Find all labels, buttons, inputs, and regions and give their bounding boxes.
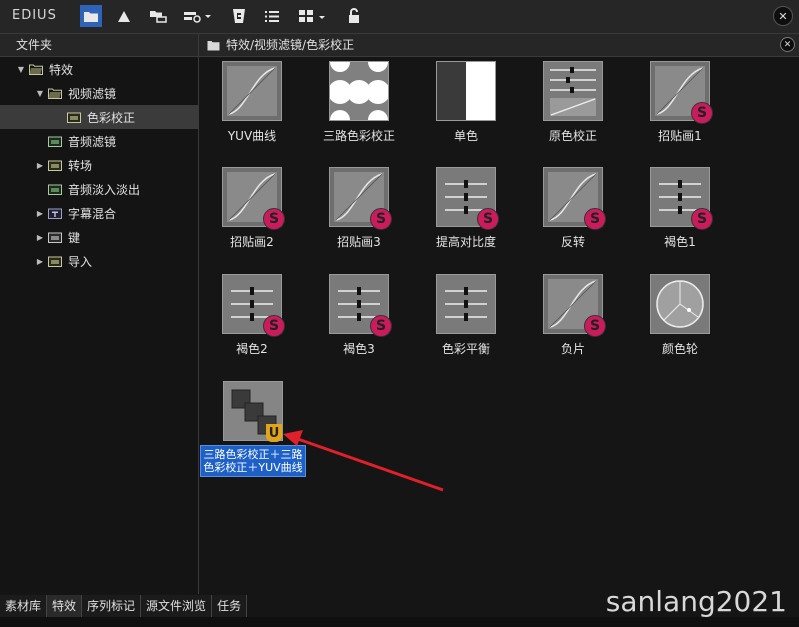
audio-folder-icon (48, 136, 62, 147)
tree-item-label: 转场 (68, 158, 93, 173)
folder-icon (48, 256, 62, 267)
tree-item-import[interactable]: ▶ 导入 (0, 249, 232, 273)
list-icon (265, 10, 279, 22)
add-effect-icon (184, 12, 211, 23)
upload-button[interactable] (114, 5, 134, 27)
tab-source-browser[interactable]: 源文件浏览 (141, 595, 213, 617)
tree-item-label: 音频淡入淡出 (68, 182, 141, 197)
status-bar (0, 617, 799, 627)
tab-tasks[interactable]: 任务 (212, 595, 248, 617)
close-icon: ✕ (778, 9, 788, 23)
effect-settings-button[interactable] (229, 5, 249, 27)
list-view-button[interactable] (262, 5, 282, 27)
tree-item-label: 键 (68, 230, 81, 245)
lock-button[interactable] (344, 5, 364, 27)
expand-arrow-icon[interactable]: ▼ (35, 89, 45, 98)
collapse-arrow-icon[interactable]: ▶ (35, 209, 45, 218)
tab-sequence-markers[interactable]: 序列标记 (82, 595, 142, 617)
unlock-icon (349, 8, 359, 23)
tree-item-label: 音频滤镜 (68, 134, 117, 149)
folder-panel-title: 文件夹 (0, 34, 198, 57)
tab-effects[interactable]: 特效 (47, 595, 83, 617)
expand-arrow-icon[interactable]: ▼ (16, 65, 26, 74)
tree-item-transitions[interactable]: ▶ 转场 (0, 153, 232, 177)
title-bar: EDIUS ✕ (0, 0, 799, 34)
folder-panel: 文件夹 ▼ 特效 ▼ 视频滤镜 色彩校正 音频滤镜 ▶ 转场 音频淡入淡出 ▶ … (0, 34, 264, 594)
triangle-up-icon (118, 10, 130, 22)
cup-icon (233, 9, 245, 23)
title-folder-icon (48, 208, 62, 219)
open-folder-icon (29, 64, 43, 75)
app-logo: EDIUS (12, 8, 57, 23)
folder-icon (48, 232, 62, 243)
folder-link-icon (150, 11, 167, 23)
watermark: sanlang2021 (605, 585, 787, 618)
effects-content-panel: 特效/视频滤镜/色彩校正 ✕ YUV曲线 三路色彩校正 单色 原色校正 S 招贴… (199, 34, 799, 594)
folder-view-button[interactable] (80, 5, 102, 27)
audio-folder-icon (48, 184, 62, 195)
tree-item-label: 视频滤镜 (68, 86, 117, 101)
effect-folder-icon (67, 112, 81, 123)
open-folder-icon (48, 88, 62, 99)
tree-item-label: 字幕混合 (68, 206, 117, 221)
tree-item-effects[interactable]: ▼ 特效 (0, 57, 213, 81)
tree-item-label: 色彩校正 (87, 110, 136, 125)
collapse-arrow-icon[interactable]: ▶ (35, 233, 45, 242)
tree-item-video-filters[interactable]: ▼ 视频滤镜 (0, 81, 232, 105)
folder-link-button[interactable] (147, 5, 169, 27)
add-effect-dropdown[interactable] (181, 5, 215, 27)
tree-item-label: 导入 (68, 254, 93, 269)
window-close-button[interactable]: ✕ (773, 6, 793, 26)
grid-view-dropdown[interactable] (296, 5, 330, 27)
tab-bin[interactable]: 素材库 (0, 595, 48, 617)
collapse-arrow-icon[interactable]: ▶ (35, 161, 45, 170)
collapse-arrow-icon[interactable]: ▶ (35, 257, 45, 266)
folder-icon (84, 11, 98, 22)
tree-item-label: 特效 (49, 62, 74, 77)
bottom-tabs: 素材库 特效 序列标记 源文件浏览 任务 (0, 595, 260, 617)
tree-item-keys[interactable]: ▶ 键 (0, 225, 232, 249)
grid-icon (299, 10, 325, 22)
tree-item-title-mixers[interactable]: ▶ 字幕混合 (0, 201, 232, 225)
annotation-arrow (283, 430, 444, 492)
folder-icon (48, 160, 62, 171)
